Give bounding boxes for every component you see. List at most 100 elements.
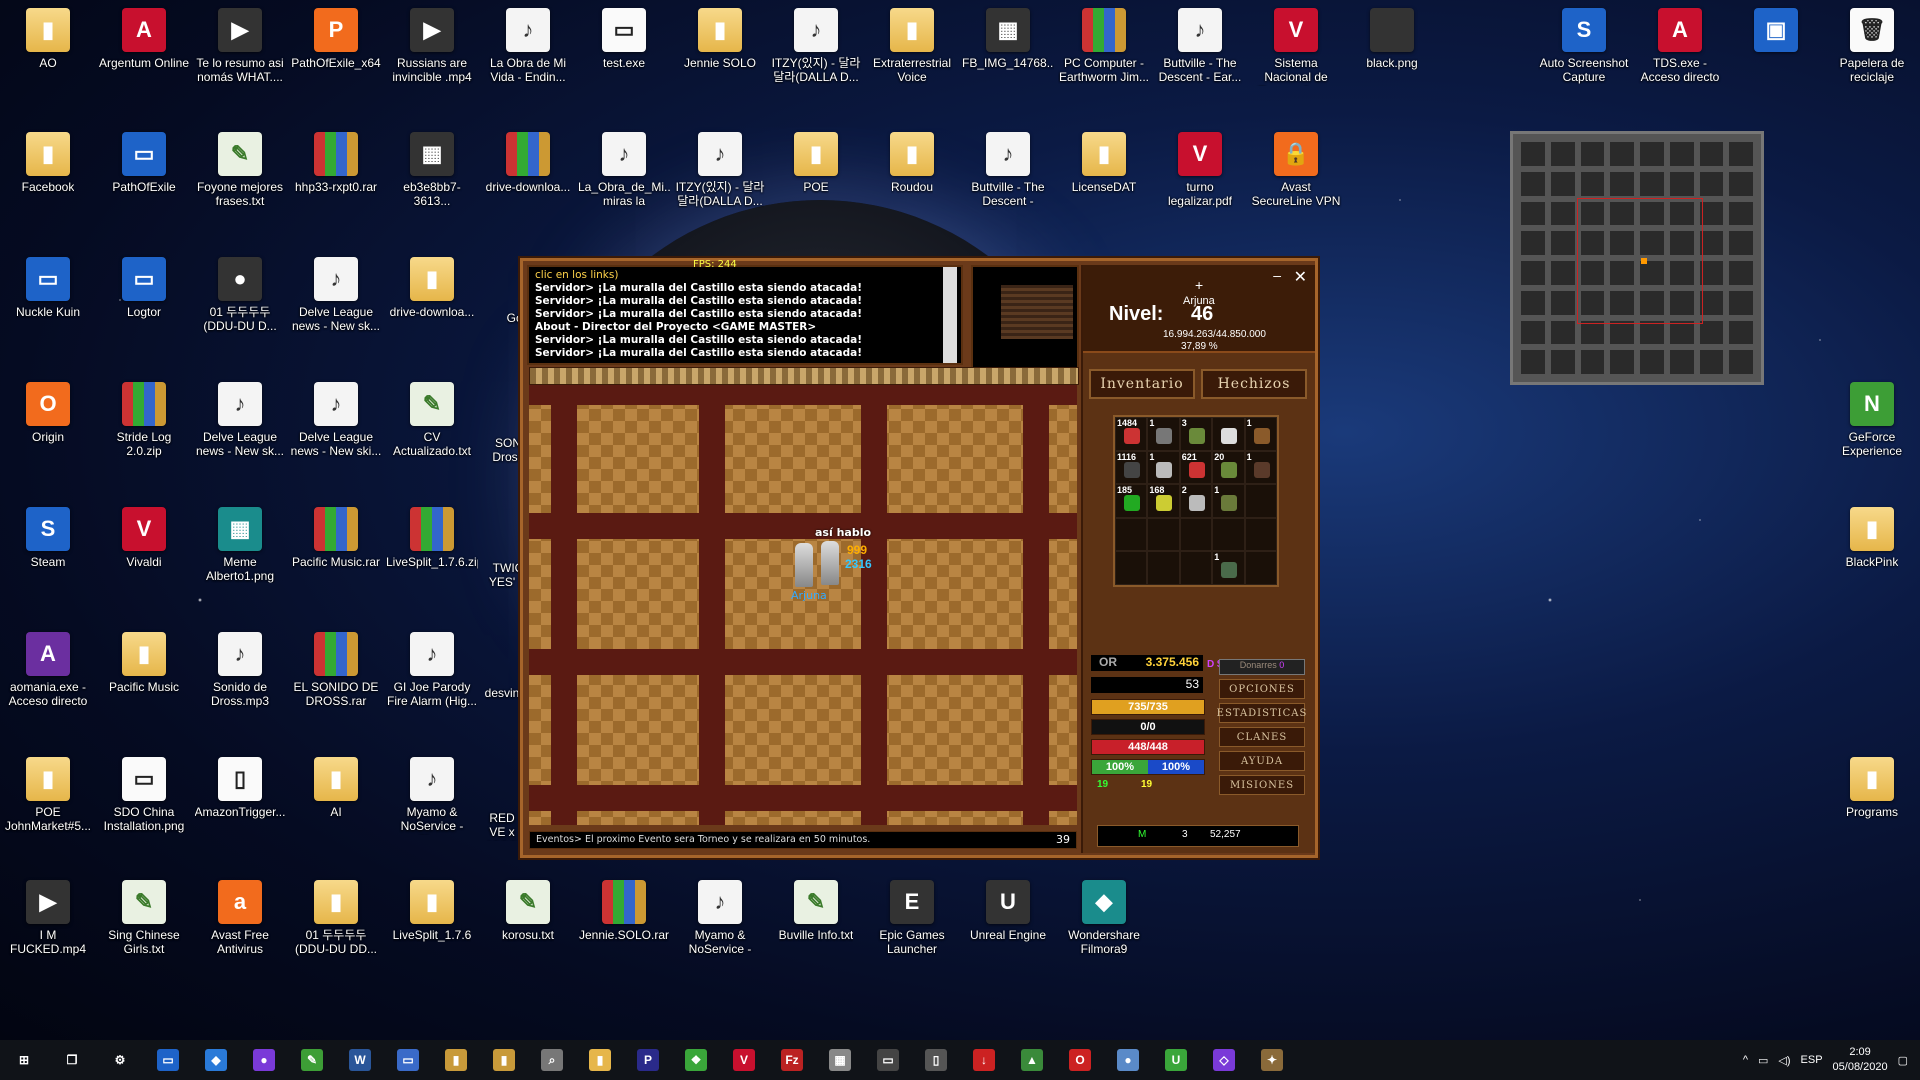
inventory-slot[interactable]: 1 bbox=[1147, 417, 1180, 451]
desktop-icon[interactable]: ▮ POE bbox=[770, 132, 862, 194]
taskbar-file-explorer[interactable]: ▮ bbox=[576, 1040, 624, 1080]
desktop-icon[interactable]: ♪ La Obra de Mi Vida - Endin... bbox=[482, 8, 574, 84]
game-window[interactable]: clic en los links) Servidor> ¡La muralla … bbox=[520, 258, 1318, 858]
inventory-slot[interactable] bbox=[1212, 517, 1245, 552]
taskbar-visual-studio[interactable]: ◇ bbox=[1200, 1040, 1248, 1080]
donar-field[interactable]: Donarres 0 bbox=[1219, 659, 1305, 675]
inventory-slot[interactable]: 1 bbox=[1212, 551, 1245, 585]
desktop-icon[interactable]: ▶ I M FUCKED.mp4 bbox=[2, 880, 94, 956]
taskbar-app-file[interactable]: ▯ bbox=[912, 1040, 960, 1080]
desktop-icon[interactable]: ▦ Meme Alberto1.png bbox=[194, 507, 286, 583]
menu-button-estadisticas[interactable]: ESTADISTICAS bbox=[1217, 703, 1306, 723]
taskbar-explorer-blue[interactable]: ▭ bbox=[144, 1040, 192, 1080]
desktop-icon[interactable]: N GeForce Experience bbox=[1826, 382, 1918, 458]
desktop-icon[interactable]: EL SONIDO DE DROSS.rar bbox=[290, 632, 382, 708]
taskbar-settings[interactable]: ⚙ bbox=[96, 1040, 144, 1080]
desktop-icon[interactable]: Jennie.SOLO.rar bbox=[578, 880, 670, 942]
taskbar-app-u[interactable]: U bbox=[1152, 1040, 1200, 1080]
taskbar-notepad[interactable]: ✎ bbox=[288, 1040, 336, 1080]
desktop-icon[interactable]: ● 01 두두두두 (DDU-DU D... bbox=[194, 257, 286, 333]
taskbar-app-download[interactable]: ↓ bbox=[960, 1040, 1008, 1080]
taskbar-vivaldi[interactable]: V bbox=[720, 1040, 768, 1080]
desktop-icon[interactable]: ▮ Extraterrestrial Voice bbox=[866, 8, 958, 84]
desktop-icon[interactable]: Stride Log 2.0.zip bbox=[98, 382, 190, 458]
desktop-icon[interactable]: ▶ Te lo resumo asi nomás WHAT.... bbox=[194, 8, 286, 84]
desktop-icon[interactable]: ♪ Delve League news - New sk... bbox=[194, 382, 286, 458]
taskbar-app-monitor[interactable]: ▭ bbox=[864, 1040, 912, 1080]
desktop-icon[interactable]: S Steam bbox=[2, 507, 94, 569]
desktop-icon[interactable]: ▮ BlackPink bbox=[1826, 507, 1918, 569]
taskbar-app-window[interactable]: ▭ bbox=[384, 1040, 432, 1080]
desktop-icon[interactable]: ▦ FB_IMG_14768... bbox=[962, 8, 1054, 70]
desktop-icon[interactable]: ♪ Delve League news - New ski... bbox=[290, 382, 382, 458]
desktop-icon[interactable]: Vturno legalizar.pdf bbox=[1154, 132, 1246, 208]
desktop-icon[interactable]: A Argentum Online bbox=[98, 8, 190, 70]
desktop-icon[interactable]: U Unreal Engine bbox=[962, 880, 1054, 942]
desktop-icon[interactable]: P PathOfExile_x64 bbox=[290, 8, 382, 70]
taskbar-messenger[interactable]: ● bbox=[240, 1040, 288, 1080]
desktop-icon[interactable]: ♪ Buttville - The Descent - Ear... bbox=[1154, 8, 1246, 84]
desktop-icon[interactable]: ▮ Facebook bbox=[2, 132, 94, 194]
desktop-icon[interactable]: ◆ Wondershare Filmora9 bbox=[1058, 880, 1150, 956]
taskbar-app-orb[interactable]: ● bbox=[1104, 1040, 1152, 1080]
desktop-icon[interactable]: ▮ Jennie SOLO bbox=[674, 8, 766, 70]
desktop-icon[interactable]: ♪ La_Obra_de_Mi... miras la concha... bbox=[578, 132, 670, 210]
inventory-slot[interactable] bbox=[1244, 517, 1277, 552]
taskbar-app-blue[interactable]: ◆ bbox=[192, 1040, 240, 1080]
desktop-icon[interactable]: ♪ Delve League news - New sk... bbox=[290, 257, 382, 333]
desktop-icon[interactable]: ▣ bbox=[1730, 8, 1822, 56]
inventory-slot[interactable]: 1 bbox=[1244, 450, 1277, 485]
desktop-icon[interactable]: ▮ AI bbox=[290, 757, 382, 819]
taskbar-folder-b[interactable]: ▮ bbox=[480, 1040, 528, 1080]
menu-button-misiones[interactable]: MISIONES bbox=[1219, 775, 1305, 795]
desktop-icon[interactable]: PC Computer - Earthworm Jim... bbox=[1058, 8, 1150, 84]
volume-icon[interactable]: ◁) bbox=[1778, 1054, 1790, 1067]
desktop-icon[interactable]: ♪ Sonido de Dross.mp3 bbox=[194, 632, 286, 708]
minimize-icon[interactable]: – bbox=[1273, 267, 1281, 283]
desktop-icon[interactable]: ▶ Russians are invincible .mp4 bbox=[386, 8, 478, 84]
taskbar-magnifier[interactable]: ⌕ bbox=[528, 1040, 576, 1080]
desktop-icon[interactable]: 🗑 Papelera de reciclaje bbox=[1826, 8, 1918, 84]
inventory-slot[interactable]: 168 bbox=[1147, 484, 1180, 518]
player-character[interactable] bbox=[821, 541, 839, 585]
tab-spells[interactable]: Hechizos bbox=[1201, 369, 1307, 399]
taskbar-taskview[interactable]: ❐ bbox=[48, 1040, 96, 1080]
desktop-icon[interactable]: ▭ Nuckle Kuin bbox=[2, 257, 94, 319]
inventory-slot[interactable] bbox=[1115, 551, 1148, 585]
inventory-slot[interactable] bbox=[1147, 517, 1180, 552]
menu-button-opciones[interactable]: OPCIONES bbox=[1219, 679, 1305, 699]
desktop-icon[interactable]: V Vivaldi bbox=[98, 507, 190, 569]
taskbar-app-p[interactable]: P bbox=[624, 1040, 672, 1080]
desktop-icon[interactable]: Pacific Music.rar bbox=[290, 507, 382, 569]
plus-icon[interactable]: + bbox=[1195, 277, 1203, 293]
desktop-icon[interactable]: ♪ ITZY(있지) - 달라 달라(DALLA D... bbox=[674, 132, 766, 208]
desktop-icon[interactable]: ▮ drive-downloa... bbox=[386, 257, 478, 319]
desktop-icon[interactable]: ▮ Pacific Music bbox=[98, 632, 190, 694]
taskbar-word[interactable]: W bbox=[336, 1040, 384, 1080]
inventory-slot[interactable]: 1 bbox=[1212, 484, 1245, 518]
desktop-icon[interactable]: ▮ POE JohnMarket#5... bbox=[2, 757, 94, 833]
inventory-slot[interactable] bbox=[1244, 484, 1277, 518]
desktop-icon[interactable]: ♪ Myamo & NoService - Sla... bbox=[674, 880, 766, 958]
desktop-icon[interactable]: ♪ Myamo & NoService - Sla... bbox=[386, 757, 478, 835]
taskbar-folder-a[interactable]: ▮ bbox=[432, 1040, 480, 1080]
inventory-slot[interactable]: 2 bbox=[1179, 484, 1213, 518]
taskbar-start-button[interactable]: ⊞ bbox=[0, 1040, 48, 1080]
desktop-icon[interactable]: ▭ SDO China Installation.png bbox=[98, 757, 190, 833]
desktop-icon[interactable]: ▮ LicenseDAT bbox=[1058, 132, 1150, 194]
taskbar-app-img[interactable]: ▦ bbox=[816, 1040, 864, 1080]
inventory-slot[interactable] bbox=[1244, 551, 1277, 585]
desktop-icon[interactable]: ▭ PathOfExile bbox=[98, 132, 190, 194]
close-icon[interactable]: ✕ bbox=[1294, 267, 1307, 287]
inventory-slot[interactable]: 20 bbox=[1212, 450, 1245, 485]
desktop-icon[interactable]: S Auto Screenshot Capture bbox=[1538, 8, 1630, 84]
desktop-icon[interactable]: E Epic Games Launcher bbox=[866, 880, 958, 956]
desktop-icon[interactable]: O Origin bbox=[2, 382, 94, 444]
desktop-icon[interactable]: V Sistema Nacional de Turnos_Apo... bbox=[1250, 8, 1342, 86]
inventory-slot[interactable] bbox=[1147, 551, 1180, 585]
inventory-slot[interactable] bbox=[1212, 417, 1245, 451]
npc-character[interactable] bbox=[795, 543, 813, 587]
inventory-slot[interactable]: 1 bbox=[1244, 417, 1277, 451]
inventory-slot[interactable]: 621 bbox=[1179, 450, 1213, 485]
desktop-icon[interactable]: ▯ AmazonTrigger... bbox=[194, 757, 286, 819]
